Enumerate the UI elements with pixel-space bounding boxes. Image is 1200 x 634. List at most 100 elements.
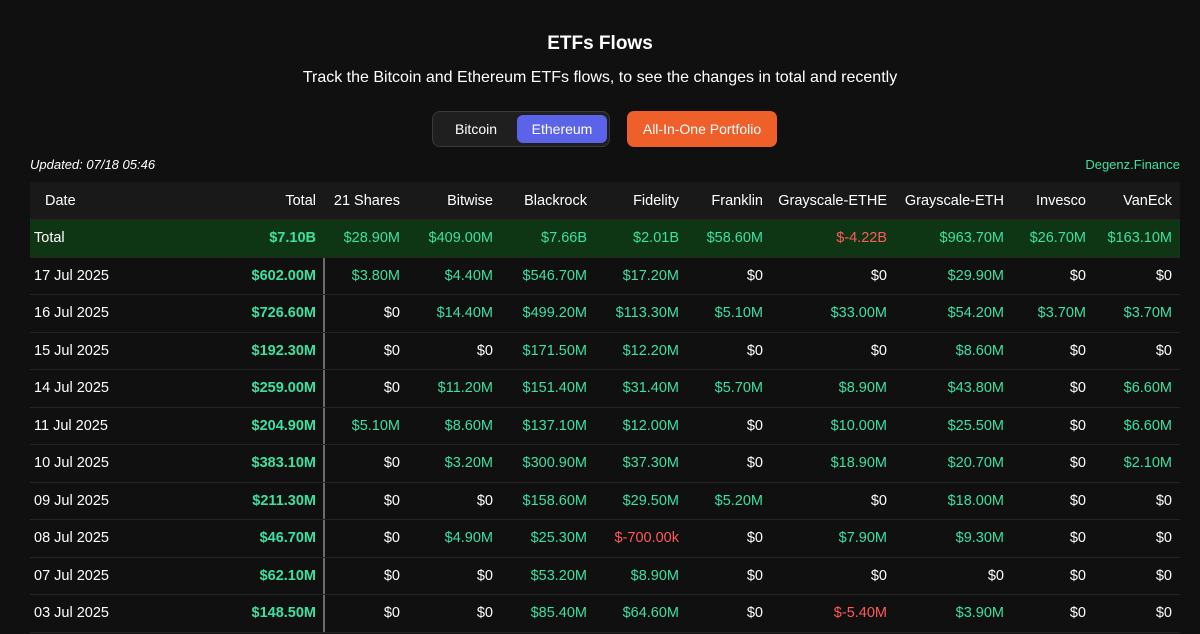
cell-invesco: $0 [1069, 417, 1086, 434]
column-header-blackrock[interactable]: Blackrock [524, 182, 587, 219]
date-cell: 16 Jul 2025 [34, 305, 109, 322]
cell-invesco: $0 [1069, 605, 1086, 622]
cell-total: $259.00M [251, 380, 317, 397]
date-cell: 11 Jul 2025 [34, 417, 108, 434]
table-row: 16 Jul 2025 $726.60M $0 $14.40M $499.20M $113… [30, 295, 1180, 333]
date-cell: 17 Jul 2025 [34, 267, 109, 284]
cell-franklin: $58.60M [706, 230, 763, 247]
cell-invesco: $0 [1069, 567, 1086, 584]
cell-total: $192.30M [251, 342, 317, 359]
table-row: 17 Jul 2025 $602.00M $3.80M $4.40M $546.70M $… [30, 258, 1180, 295]
table-row: 11 Jul 2025 $204.90M $5.10M $8.60M $137.10M $… [30, 408, 1180, 445]
column-header-franklin[interactable]: Franklin [711, 182, 763, 219]
asset-toggle: Bitcoin Ethereum [432, 111, 610, 147]
cell-franklin: $0 [746, 530, 763, 547]
cell-invesco: $0 [1069, 267, 1086, 284]
column-header-vaneck[interactable]: VanEck [1123, 182, 1172, 219]
column-header-bitwise[interactable]: Bitwise [447, 182, 493, 219]
cell-invesco: $0 [1069, 380, 1086, 397]
cell-21-shares: $0 [383, 380, 400, 397]
ethereum-tab[interactable]: Ethereum [517, 115, 607, 143]
cell-grayscale-eth: $9.30M [955, 530, 1004, 547]
cell-total: $7.10B [269, 230, 316, 247]
column-header-invesco[interactable]: Invesco [1036, 182, 1086, 219]
cell-bitwise: $0 [476, 567, 493, 584]
cell-grayscale-ethe: $33.00M [830, 305, 887, 322]
date-cell: 14 Jul 2025 [34, 380, 109, 397]
table-header-row: Date Total 21 Shares Bitwise Blackrock Fideli… [30, 182, 1180, 220]
column-header-grayscale-ethe[interactable]: Grayscale-ETHE [778, 182, 887, 219]
all-in-one-portfolio-button[interactable]: All-In-One Portfolio [627, 111, 777, 147]
date-cell: 10 Jul 2025 [34, 455, 109, 472]
cell-blackrock: $499.20M [522, 305, 588, 322]
column-header-date[interactable]: Date [30, 182, 76, 219]
etf-flows-table: Date Total 21 Shares Bitwise Blackrock Fideli… [30, 182, 1180, 633]
cell-grayscale-eth: $8.60M [955, 342, 1004, 359]
cell-vaneck: $0 [1155, 492, 1172, 509]
cell-fidelity: $12.20M [622, 342, 679, 359]
cell-bitwise: $4.40M [444, 267, 493, 284]
cell-vaneck: $0 [1155, 342, 1172, 359]
cell-total: $383.10M [251, 455, 317, 472]
cell-grayscale-ethe: $10.00M [830, 417, 887, 434]
cell-fidelity: $8.90M [630, 567, 679, 584]
cell-franklin: $5.70M [714, 380, 763, 397]
cell-invesco: $0 [1069, 342, 1086, 359]
cell-grayscale-ethe: $7.90M [838, 530, 887, 547]
date-cell: Total [34, 230, 65, 247]
cell-blackrock: $137.10M [522, 417, 588, 434]
cell-total: $46.70M [259, 530, 316, 547]
degenz-finance-link[interactable]: Degenz.Finance [1085, 157, 1180, 172]
cell-franklin: $0 [746, 605, 763, 622]
cell-grayscale-eth: $20.70M [947, 455, 1004, 472]
cell-blackrock: $300.90M [522, 455, 588, 472]
column-header-total[interactable]: Total [285, 182, 316, 219]
column-header-grayscale-eth[interactable]: Grayscale-ETH [905, 182, 1004, 219]
cell-invesco: $3.70M [1037, 305, 1086, 322]
cell-franklin: $0 [746, 417, 763, 434]
cell-grayscale-ethe: $0 [870, 267, 887, 284]
cell-blackrock: $85.40M [530, 605, 587, 622]
bitcoin-tab[interactable]: Bitcoin [437, 115, 515, 143]
cell-blackrock: $158.60M [522, 492, 588, 509]
cell-21-shares: $0 [383, 605, 400, 622]
column-header-21-shares[interactable]: 21 Shares [334, 182, 400, 219]
cell-fidelity: $29.50M [622, 492, 679, 509]
cell-fidelity: $2.01B [633, 230, 679, 247]
cell-bitwise: $4.90M [444, 530, 493, 547]
cell-21-shares: $0 [383, 305, 400, 322]
cell-fidelity: $12.00M [622, 417, 679, 434]
cell-vaneck: $0 [1155, 267, 1172, 284]
cell-vaneck: $6.60M [1123, 417, 1172, 434]
cell-21-shares: $5.10M [351, 417, 400, 434]
cell-grayscale-ethe: $-5.40M [833, 605, 887, 622]
date-cell: 07 Jul 2025 [34, 567, 109, 584]
table-row: 07 Jul 2025 $62.10M $0 $0 $53.20M $8.90M $0 $0 $… [30, 558, 1180, 595]
total-row: Total $7.10B $28.90M $409.00M $7.66B $2.01B $5… [30, 220, 1180, 258]
cell-bitwise: $0 [476, 605, 493, 622]
cell-vaneck: $0 [1155, 567, 1172, 584]
cell-21-shares: $0 [383, 530, 400, 547]
cell-franklin: $0 [746, 455, 763, 472]
cell-bitwise: $0 [476, 342, 493, 359]
cell-vaneck: $3.70M [1123, 305, 1172, 322]
cell-blackrock: $7.66B [541, 230, 587, 247]
date-cell: 15 Jul 2025 [34, 342, 109, 359]
cell-21-shares: $0 [383, 342, 400, 359]
cell-21-shares: $28.90M [343, 230, 400, 247]
page-title: ETFs Flows [547, 33, 653, 54]
table-row: 15 Jul 2025 $192.30M $0 $0 $171.50M $12.20M $0… [30, 333, 1180, 370]
cell-21-shares: $0 [383, 567, 400, 584]
cell-fidelity: $17.20M [622, 267, 679, 284]
table-row: 08 Jul 2025 $46.70M $0 $4.90M $25.30M $-700.0… [30, 520, 1180, 558]
cell-bitwise: $14.40M [436, 305, 493, 322]
column-header-fidelity[interactable]: Fidelity [633, 182, 679, 219]
cell-franklin: $0 [746, 342, 763, 359]
date-cell: 09 Jul 2025 [34, 492, 109, 509]
cell-invesco: $0 [1069, 455, 1086, 472]
cell-vaneck: $6.60M [1123, 380, 1172, 397]
cell-blackrock: $171.50M [522, 342, 588, 359]
date-cell: 08 Jul 2025 [34, 530, 109, 547]
date-cell: 03 Jul 2025 [34, 605, 109, 622]
cell-grayscale-eth: $43.80M [947, 380, 1004, 397]
